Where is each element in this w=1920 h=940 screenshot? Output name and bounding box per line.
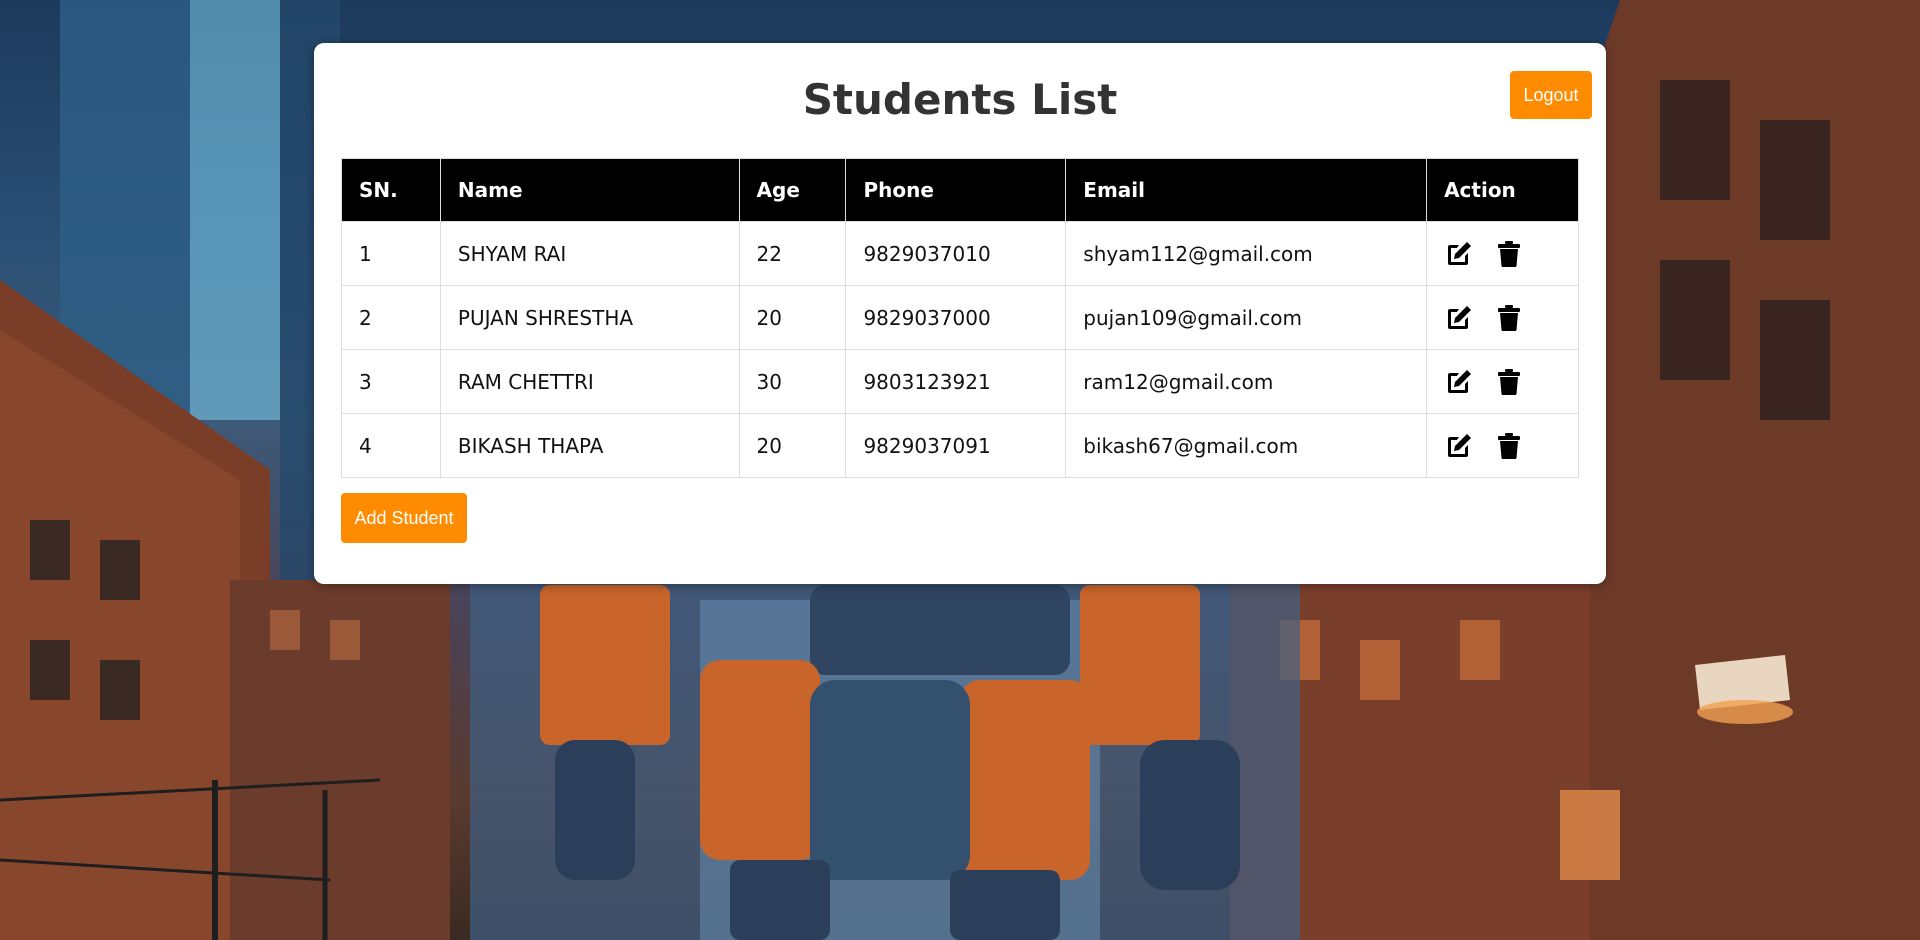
cell-age: 22: [738, 221, 847, 286]
students-card: Students List Logout SN. Name Age Phone …: [314, 43, 1606, 584]
cell-phone: 9829037010: [845, 221, 1067, 286]
trash-icon[interactable]: [1494, 303, 1524, 333]
trash-icon[interactable]: [1494, 431, 1524, 461]
cell-phone: 9803123921: [845, 349, 1067, 414]
cell-name: PUJAN SHRESTHA: [439, 285, 740, 350]
students-table: SN. Name Age Phone Email Action 1 SHYAM …: [341, 158, 1579, 478]
logout-button[interactable]: Logout: [1510, 71, 1592, 119]
cell-sn: 1: [341, 221, 441, 286]
cell-age: 30: [738, 349, 847, 414]
column-header-phone: Phone: [845, 158, 1067, 222]
cell-name: RAM CHETTRI: [439, 349, 740, 414]
cell-name: BIKASH THAPA: [439, 413, 740, 478]
edit-icon[interactable]: [1444, 431, 1474, 461]
cell-sn: 2: [341, 285, 441, 350]
table-header-row: SN. Name Age Phone Email Action: [341, 158, 1579, 222]
cell-email: ram12@gmail.com: [1065, 349, 1428, 414]
cell-actions: [1426, 413, 1579, 478]
cell-age: 20: [738, 413, 847, 478]
column-header-name: Name: [439, 158, 740, 222]
table-row: 3 RAM CHETTRI 30 9803123921 ram12@gmail.…: [341, 349, 1579, 414]
add-student-button[interactable]: Add Student: [341, 493, 467, 543]
cell-name: SHYAM RAI: [439, 221, 740, 286]
edit-icon[interactable]: [1444, 303, 1474, 333]
column-header-action: Action: [1426, 158, 1579, 222]
cell-phone: 9829037000: [845, 285, 1067, 350]
cell-email: bikash67@gmail.com: [1065, 413, 1428, 478]
trash-icon[interactable]: [1494, 239, 1524, 269]
edit-icon[interactable]: [1444, 367, 1474, 397]
column-header-age: Age: [738, 158, 847, 222]
cell-actions: [1426, 349, 1579, 414]
cell-email: pujan109@gmail.com: [1065, 285, 1428, 350]
table-row: 4 BIKASH THAPA 20 9829037091 bikash67@gm…: [341, 413, 1579, 478]
column-header-email: Email: [1065, 158, 1428, 222]
table-row: 1 SHYAM RAI 22 9829037010 shyam112@gmail…: [341, 221, 1579, 286]
cell-sn: 3: [341, 349, 441, 414]
cell-sn: 4: [341, 413, 441, 478]
cell-phone: 9829037091: [845, 413, 1067, 478]
column-header-sn: SN.: [341, 158, 441, 222]
cell-actions: [1426, 285, 1579, 350]
cell-actions: [1426, 221, 1579, 286]
cell-email: shyam112@gmail.com: [1065, 221, 1428, 286]
edit-icon[interactable]: [1444, 239, 1474, 269]
cell-age: 20: [738, 285, 847, 350]
page-title: Students List: [802, 75, 1118, 124]
trash-icon[interactable]: [1494, 367, 1524, 397]
table-row: 2 PUJAN SHRESTHA 20 9829037000 pujan109@…: [341, 285, 1579, 350]
